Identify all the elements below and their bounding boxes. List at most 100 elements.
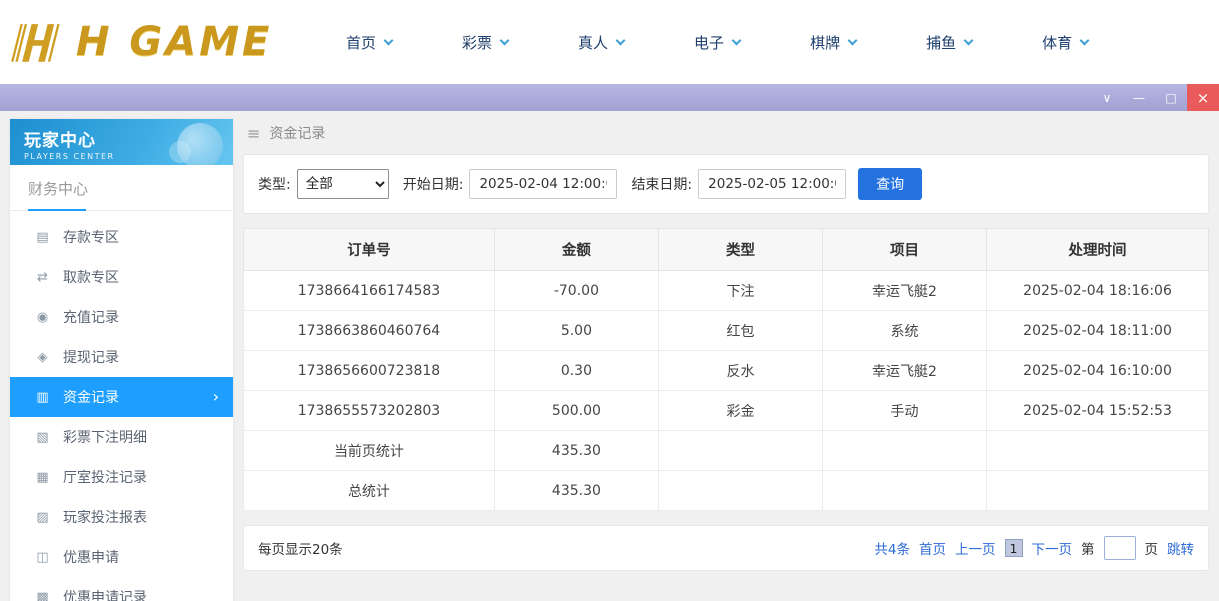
main-panel: ≡ 资金记录 类型: 全部 开始日期: 结束日期:: [243, 119, 1209, 601]
per-page-label: 每页显示20条: [258, 538, 343, 558]
chevron-down-icon: [384, 35, 394, 45]
sidebar-item-recharge-records[interactable]: ◉ 充值记录: [10, 297, 233, 337]
sidebar-item-promo-apply[interactable]: ◫ 优惠申请: [10, 537, 233, 577]
table-row: 1738663860460764 5.00 红包 系统 2025-02-04 1…: [244, 311, 1209, 351]
sidebar-item-label: 存款专区: [63, 227, 119, 247]
jump-button[interactable]: 跳转: [1167, 538, 1194, 558]
window-maximize-button[interactable]: □: [1155, 84, 1187, 111]
nav-item-fishing[interactable]: 捕鱼: [926, 32, 972, 53]
chevron-down-icon: [848, 35, 858, 45]
sidebar-item-withdraw[interactable]: ⇄ 取款专区: [10, 257, 233, 297]
app-window: H GAME 首页 彩票 真人 电子 棋牌 捕鱼 体育: [0, 0, 1219, 601]
nav-label: 棋牌: [810, 32, 840, 53]
window-minimize-button[interactable]: —: [1123, 84, 1155, 111]
cell-empty: [987, 431, 1209, 471]
window-titlebar: ∨ — □ ×: [0, 84, 1219, 111]
current-page-badge[interactable]: 1: [1005, 539, 1023, 557]
deposit-icon: ▤: [34, 230, 51, 245]
cell-amount: -70.00: [494, 271, 658, 311]
cell-type: 彩金: [658, 391, 822, 431]
next-page-link[interactable]: 下一页: [1032, 538, 1073, 558]
sidebar-item-label: 充值记录: [63, 307, 119, 327]
window-close-button[interactable]: ×: [1187, 84, 1219, 111]
sidebar-item-label: 玩家投注报表: [63, 507, 147, 527]
cell-label: 当前页统计: [244, 431, 495, 471]
sidebar-item-promo-apply-records[interactable]: ▩ 优惠申请记录: [10, 577, 233, 601]
cell-type: 下注: [658, 271, 822, 311]
sidebar-item-lottery-bet-details[interactable]: ▧ 彩票下注明细: [10, 417, 233, 457]
sidebar-item-label: 优惠申请记录: [63, 587, 147, 601]
cell-type: 反水: [658, 351, 822, 391]
logo-text: H GAME: [76, 19, 272, 65]
cell-empty: [822, 431, 986, 471]
cell-process-time: 2025-02-04 16:10:00: [987, 351, 1209, 391]
sidebar-title: 玩家中心: [24, 126, 219, 151]
nav-item-lottery[interactable]: 彩票: [462, 32, 508, 53]
table-row-grand-total: 总统计 435.30: [244, 471, 1209, 511]
nav-item-board-games[interactable]: 棋牌: [810, 32, 856, 53]
cell-order-id: 1738664166174583: [244, 271, 495, 311]
cell-empty: [658, 431, 822, 471]
col-project: 项目: [822, 229, 986, 271]
sidebar-item-funds-records[interactable]: ▥ 资金记录 ›: [10, 377, 233, 417]
col-type: 类型: [658, 229, 822, 271]
end-date-input[interactable]: [698, 169, 846, 199]
col-amount: 金额: [494, 229, 658, 271]
cell-project: 幸运飞艇2: [822, 351, 986, 391]
sidebar-item-label: 提现记录: [63, 347, 119, 367]
chevron-down-icon: [500, 35, 510, 45]
cell-type: 红包: [658, 311, 822, 351]
nav-item-sports[interactable]: 体育: [1042, 32, 1088, 53]
chevron-right-icon: ›: [213, 389, 219, 405]
jump-label-pre: 第: [1081, 538, 1095, 558]
nav-label: 体育: [1042, 32, 1072, 53]
sidebar-item-deposit[interactable]: ▤ 存款专区: [10, 217, 233, 257]
prev-page-link[interactable]: 上一页: [955, 538, 996, 558]
chevron-down-icon: [1080, 35, 1090, 45]
cell-process-time: 2025-02-04 15:52:53: [987, 391, 1209, 431]
pagination-bar: 每页显示20条 共4条 首页 上一页 1 下一页 第 页 跳转: [243, 525, 1209, 571]
window-collapse-button[interactable]: ∨: [1091, 84, 1123, 111]
nav-label: 首页: [346, 32, 376, 53]
funds-records-icon: ▥: [34, 390, 51, 405]
nav-label: 捕鱼: [926, 32, 956, 53]
sidebar-item-label: 彩票下注明细: [63, 427, 147, 447]
query-button[interactable]: 查询: [858, 168, 922, 200]
table-row: 1738664166174583 -70.00 下注 幸运飞艇2 2025-02…: [244, 271, 1209, 311]
sidebar-item-hall-bet-records[interactable]: ▦ 厅室投注记录: [10, 457, 233, 497]
table-row: 1738655573202803 500.00 彩金 手动 2025-02-04…: [244, 391, 1209, 431]
promo-apply-records-icon: ▩: [34, 590, 51, 601]
cell-amount: 5.00: [494, 311, 658, 351]
chevron-down-icon: [616, 35, 626, 45]
table-header-row: 订单号 金额 类型 项目 处理时间: [244, 229, 1209, 271]
type-select[interactable]: 全部: [297, 169, 389, 199]
breadcrumb: ≡ 资金记录: [243, 119, 1209, 154]
first-page-link[interactable]: 首页: [919, 538, 946, 558]
sidebar-section-finance: 财务中心: [10, 165, 233, 211]
nav-item-home[interactable]: 首页: [346, 32, 392, 53]
sidebar-item-label: 取款专区: [63, 267, 119, 287]
nav-label: 电子: [694, 32, 724, 53]
logo-emblem-icon: [8, 17, 74, 67]
sidebar-subtitle: PLAYERS CENTER: [24, 152, 219, 161]
nav-item-slots[interactable]: 电子: [694, 32, 740, 53]
nav-label: 真人: [578, 32, 608, 53]
cell-order-id: 1738656600723818: [244, 351, 495, 391]
cell-empty: [822, 471, 986, 511]
filter-bar: 类型: 全部 开始日期: 结束日期: 查询: [243, 154, 1209, 214]
promo-apply-icon: ◫: [34, 550, 51, 565]
nav-item-live[interactable]: 真人: [578, 32, 624, 53]
lottery-bet-details-icon: ▧: [34, 430, 51, 445]
cell-amount: 500.00: [494, 391, 658, 431]
start-date-input[interactable]: [469, 169, 617, 199]
cell-label: 总统计: [244, 471, 495, 511]
sidebar-item-player-bet-report[interactable]: ▨ 玩家投注报表: [10, 497, 233, 537]
col-order-id: 订单号: [244, 229, 495, 271]
sidebar-item-withdrawal-records[interactable]: ◈ 提现记录: [10, 337, 233, 377]
nav-label: 彩票: [462, 32, 492, 53]
sidebar-item-label: 优惠申请: [63, 547, 119, 567]
jump-page-input[interactable]: [1104, 536, 1136, 560]
cell-process-time: 2025-02-04 18:16:06: [987, 271, 1209, 311]
sidebar-menu: ▤ 存款专区 ⇄ 取款专区 ◉ 充值记录 ◈ 提现记录 ▥ 资金记录: [10, 217, 233, 601]
cell-order-id: 1738655573202803: [244, 391, 495, 431]
